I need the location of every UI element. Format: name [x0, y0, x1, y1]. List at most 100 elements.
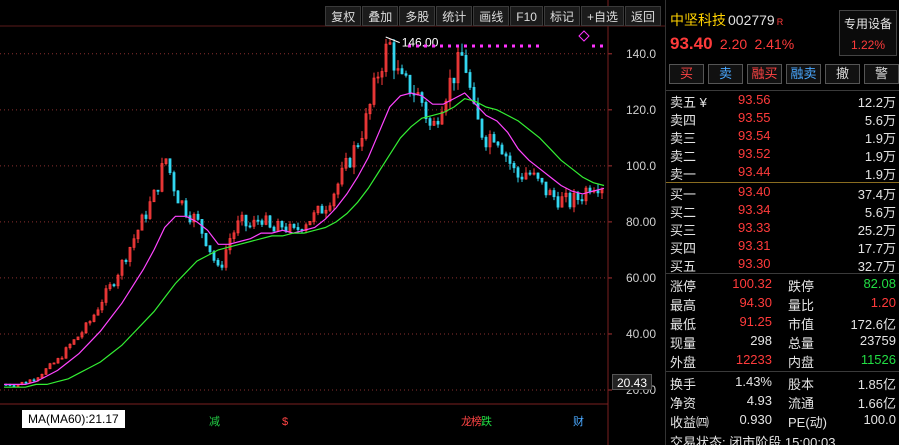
stat-value: 1.20	[870, 295, 896, 310]
stat-label: 流通	[788, 396, 815, 411]
trading-status: 交易状态: 闭市阶段 15:00:03	[670, 435, 836, 445]
candle-body	[508, 155, 512, 164]
candle-body	[112, 284, 116, 287]
stat-label: 总量	[788, 336, 815, 351]
toolbar-button[interactable]: +自选	[580, 6, 624, 26]
sector-change: 1.22%	[850, 38, 886, 52]
level-price: 93.56	[738, 92, 771, 107]
event-marker[interactable]: $	[281, 416, 289, 429]
price-change-pct: 2.41%	[754, 36, 795, 52]
current-value-tag: 20.43	[612, 374, 653, 390]
ask-row: 卖二 93.52 1.9万	[670, 146, 896, 164]
level-price: 93.44	[738, 164, 771, 179]
candle-body	[24, 381, 28, 384]
level-volume: 12.2万	[857, 95, 896, 110]
toolbar-button[interactable]: F10	[510, 6, 543, 26]
ma-line-short	[4, 92, 605, 385]
toolbar-button[interactable]: 标记	[543, 6, 580, 26]
candle-body	[464, 54, 468, 73]
level-volume: 5.6万	[864, 113, 896, 128]
level-label: 买一	[670, 187, 697, 202]
toolbar-button[interactable]: 画线	[473, 6, 510, 26]
candle-body	[156, 189, 160, 192]
event-marker[interactable]: 跌	[480, 416, 493, 429]
candle-body	[568, 192, 572, 208]
ma-indicator-label: MA(MA60):21.17	[22, 410, 125, 428]
stat-value: 23759	[859, 333, 896, 348]
stat-label: 收益㈣	[670, 415, 710, 430]
stat-value: 298	[750, 333, 772, 348]
candle-body	[296, 227, 300, 230]
candle-body	[552, 190, 556, 198]
candle-body	[484, 136, 488, 148]
toolbar-button[interactable]: 多股	[399, 6, 436, 26]
level-label: 卖二	[670, 149, 697, 164]
level-price: 93.34	[738, 202, 771, 217]
candle-body	[244, 214, 248, 227]
level-price: 93.55	[738, 110, 771, 125]
candle-body	[496, 141, 500, 146]
stat-value: 82.08	[863, 276, 896, 291]
chart-toolbar: 复权 叠加 多股 统计 画线 F10 标记 +自选 返回	[324, 6, 661, 26]
level-label: 卖四	[670, 113, 697, 128]
level-price: 93.31	[738, 238, 771, 253]
ask-row: 卖一 93.44 1.9万	[670, 164, 896, 182]
book-midline	[666, 182, 899, 183]
stat-row: 最低 91.25 市值 172.6亿	[670, 314, 896, 333]
stat-row: 最高 94.30 量比 1.20	[670, 295, 896, 314]
candle-body	[348, 157, 352, 168]
level-volume: 25.2万	[857, 223, 896, 238]
trade-button[interactable]: 警	[864, 64, 899, 84]
candle-body	[248, 225, 252, 228]
bid-row: 买三 93.33 25.2万	[670, 220, 896, 238]
stat-value: 4.93	[746, 393, 772, 408]
candle-body	[184, 200, 188, 217]
trade-button[interactable]: 融卖	[786, 64, 821, 84]
trade-buttons: 买卖融买 融卖撤警	[669, 64, 899, 84]
level-label: 买二	[670, 205, 697, 220]
level-price: 93.54	[738, 128, 771, 143]
stat-value: 100.0	[863, 412, 896, 427]
y-tick-label: 80.00	[626, 215, 656, 229]
stat-label: 外盘	[670, 355, 697, 370]
stat-row: 现量 298 总量 23759	[670, 333, 896, 352]
trade-button[interactable]: 撤	[825, 64, 860, 84]
candle-body	[268, 215, 272, 228]
divider	[666, 90, 899, 91]
stat-row: 净资 4.93 流通 1.66亿	[670, 393, 896, 412]
candle-body	[176, 190, 180, 204]
trade-button[interactable]: 卖	[708, 64, 743, 84]
y-tick-label: 140.0	[626, 47, 656, 61]
trade-button[interactable]: 买	[669, 64, 704, 84]
stat-label: 股本	[788, 377, 815, 392]
y-tick-label: 120.0	[626, 103, 656, 117]
toolbar-button[interactable]: 叠加	[362, 6, 399, 26]
candle-body	[280, 221, 284, 228]
sector-name: 专用设备	[843, 17, 892, 31]
level-volume: 5.6万	[864, 205, 896, 220]
diamond-icon	[578, 30, 590, 42]
event-marker[interactable]: 财	[572, 416, 585, 429]
candle-body	[480, 118, 484, 138]
toolbar-button[interactable]: 统计	[436, 6, 473, 26]
candle-body	[392, 42, 396, 71]
stock-header: 中坚科技 002779 R	[670, 10, 783, 30]
level-price: 93.33	[738, 220, 771, 235]
toolbar-button[interactable]: 返回	[624, 6, 661, 26]
trade-button[interactable]: 融买	[747, 64, 782, 84]
event-marker[interactable]: 减	[208, 416, 221, 429]
candle-body	[272, 226, 276, 232]
kline-chart-area[interactable]: 140.0120.0100.080.0060.0040.0020.00146.0…	[0, 0, 665, 445]
toolbar-button[interactable]: 复权	[325, 6, 362, 26]
candle-body	[452, 77, 456, 84]
candle-body	[196, 213, 200, 220]
kline-chart[interactable]: 140.0120.0100.080.0060.0040.0020.00146.0…	[0, 0, 665, 445]
sector-button[interactable]: 专用设备 1.22%	[839, 10, 897, 56]
candle-body	[292, 223, 296, 228]
stat-label: 涨停	[670, 279, 697, 294]
stat-label: 最高	[670, 298, 697, 313]
stat-value: 91.25	[739, 314, 772, 329]
stat-row: 涨停 100.32 跌停 82.08	[670, 276, 896, 295]
stat-label: 量比	[788, 298, 815, 313]
level-label: 买三	[670, 223, 697, 238]
